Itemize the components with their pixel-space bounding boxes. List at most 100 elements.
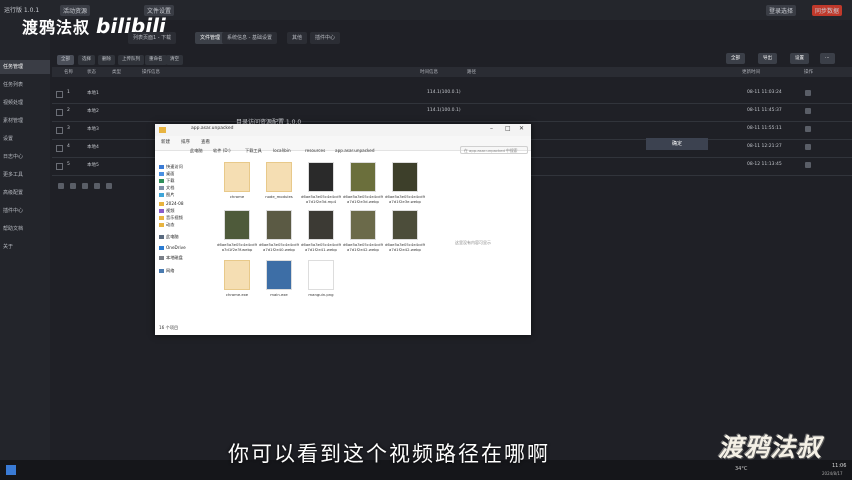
- sidebar-item-0[interactable]: 任务管理: [0, 60, 50, 74]
- row-action-icon[interactable]: [805, 126, 811, 132]
- right-all-button[interactable]: 全部: [726, 53, 745, 64]
- sidebar-item-6[interactable]: 更多工具: [0, 168, 50, 182]
- th-info: 操作信息: [142, 70, 160, 75]
- sync-button[interactable]: 同步数据: [812, 5, 843, 16]
- breadcrumb-2[interactable]: 下载工具: [245, 148, 262, 154]
- toolbar-clear[interactable]: 清空: [166, 55, 183, 65]
- nav-documents[interactable]: 文档: [159, 185, 174, 191]
- file-item[interactable]: d6ae5a3e05c4e4cd9a7d1f2e3d.mp4: [301, 162, 341, 204]
- row-action-icon[interactable]: [805, 90, 811, 96]
- nav-this-pc[interactable]: 此电脑: [159, 234, 179, 240]
- nav-music[interactable]: 音乐视频: [159, 215, 183, 221]
- tab-3[interactable]: 其他: [287, 32, 308, 44]
- table-row[interactable]: 2 本地2 114.1(100.0.1) 08-11 11:45:37: [52, 103, 852, 122]
- sidebar-item-3[interactable]: 素材管理: [0, 114, 50, 128]
- toolbar-all[interactable]: 全部: [57, 55, 74, 65]
- file-item[interactable]: chrome.exe: [217, 260, 257, 297]
- row-action-icon[interactable]: [805, 108, 811, 114]
- breadcrumb-0[interactable]: 此电脑: [190, 148, 203, 154]
- row-action-icon[interactable]: [805, 162, 811, 168]
- nav-quick-access[interactable]: 快速访问: [159, 164, 183, 170]
- row-action-icon[interactable]: [805, 144, 811, 150]
- tab-4[interactable]: 插件中心: [310, 32, 341, 44]
- nav-videos[interactable]: 视频: [159, 208, 174, 214]
- first-page-icon[interactable]: [58, 183, 64, 189]
- login-button[interactable]: 登录选择: [766, 5, 797, 16]
- breadcrumb-5[interactable]: app.asar.unpacked: [335, 148, 375, 153]
- settings-button[interactable]: 设置: [790, 53, 809, 64]
- last-page-icon[interactable]: [106, 183, 112, 189]
- tab-2[interactable]: 系统信息 - 基础设置: [222, 32, 277, 44]
- nav-onedrive[interactable]: OneDrive: [159, 245, 186, 250]
- toolbar-select[interactable]: 选择: [78, 55, 95, 65]
- status-bar: 16 个项目: [159, 325, 179, 330]
- breadcrumb-3[interactable]: local\bin: [273, 148, 291, 153]
- sidebar: 任务管理 任务列表 视频处理 素材管理 设置 日志中心 更多工具 高级配置 插件…: [0, 20, 50, 460]
- file-item[interactable]: d6ae5a3e05c4e4cd9a7d1f2e3e.webp: [385, 162, 425, 204]
- prev-page-icon[interactable]: [70, 183, 76, 189]
- th-actions: 操作: [804, 70, 813, 75]
- row-size: 114.1(100.0.1): [427, 108, 461, 113]
- sidebar-item-9[interactable]: 帮助文档: [0, 222, 50, 236]
- sidebar-item-4[interactable]: 设置: [0, 132, 50, 146]
- desktop-icon: [159, 172, 164, 176]
- breadcrumb-1[interactable]: 软件 (D:): [213, 148, 231, 154]
- close-icon[interactable]: ✕: [519, 125, 524, 132]
- minimize-icon[interactable]: –: [490, 125, 493, 132]
- toolbar-delete[interactable]: 删除: [98, 55, 115, 65]
- nav-folder-2024[interactable]: 2024-08: [159, 201, 184, 206]
- folder-icon: [159, 223, 164, 227]
- next-page-icon[interactable]: [94, 183, 100, 189]
- file-item[interactable]: d6ae5a3e05c4e4cd9a7d1f2e41.webp: [301, 210, 341, 252]
- tab-0[interactable]: 列表页面1 - 下载: [128, 32, 177, 44]
- ribbon-sort[interactable]: 排序: [181, 139, 190, 145]
- dialog-confirm-button[interactable]: 确定: [646, 138, 708, 150]
- sidebar-item-7[interactable]: 高级配置: [0, 186, 50, 200]
- row-checkbox[interactable]: [56, 127, 63, 134]
- row-name: 本地2: [87, 109, 99, 114]
- page-icon[interactable]: [82, 183, 88, 189]
- sidebar-item-5[interactable]: 日志中心: [0, 150, 50, 164]
- ribbon-view[interactable]: 查看: [201, 139, 210, 145]
- tab-1[interactable]: 文件管理: [195, 32, 226, 44]
- sidebar-item-2[interactable]: 视频处理: [0, 96, 50, 110]
- nav-local-disk[interactable]: 本地磁盘: [159, 255, 183, 261]
- nav-desktop[interactable]: 桌面: [159, 171, 174, 177]
- file-item[interactable]: manguin.png: [301, 260, 341, 297]
- nav-downloads[interactable]: 下载: [159, 178, 174, 184]
- file-item[interactable]: d6ae5a3e05c4e4cd9a7d1f2e42.webp: [385, 210, 425, 252]
- folder-icon: [266, 162, 292, 192]
- sidebar-item-8[interactable]: 插件中心: [0, 204, 50, 218]
- folder-icon: [224, 162, 250, 192]
- row-checkbox[interactable]: [56, 91, 63, 98]
- sidebar-item-10[interactable]: 关于: [0, 240, 50, 254]
- breadcrumb-4[interactable]: resources: [305, 148, 325, 153]
- file-item[interactable]: node_modules: [259, 162, 299, 199]
- sidebar-item-1[interactable]: 任务列表: [0, 78, 50, 92]
- row-id: 1: [67, 90, 70, 95]
- toolbar-upload[interactable]: 上传队列: [118, 55, 144, 65]
- more-button[interactable]: ⋯: [820, 53, 835, 64]
- nav-dynamic[interactable]: 动态: [159, 222, 174, 228]
- th-type: 类型: [112, 70, 121, 75]
- maximize-icon[interactable]: □: [505, 125, 511, 132]
- file-item[interactable]: main.exe: [259, 260, 299, 297]
- file-item[interactable]: d6ae5a3e05c4e4cd9a7d1f2e42.webp: [343, 210, 383, 252]
- file-item[interactable]: d6ae5a3e05c4e4cd9a7d1f2e40.webp: [259, 210, 299, 252]
- row-checkbox[interactable]: [56, 163, 63, 170]
- file-item[interactable]: chrome: [217, 162, 257, 199]
- explorer-search-input[interactable]: 在 app.asar.unpacked 中搜索: [460, 146, 528, 154]
- row-checkbox[interactable]: [56, 145, 63, 152]
- nav-network[interactable]: 网络: [159, 268, 174, 274]
- toolbar-rename[interactable]: 重命名: [145, 55, 167, 65]
- exe-icon: [266, 260, 292, 290]
- export-button[interactable]: 导出: [758, 53, 777, 64]
- row-checkbox[interactable]: [56, 109, 63, 116]
- table-row[interactable]: 1 本地1 114.1(100.0.1) 08-11 11:03:24: [52, 85, 852, 104]
- row-time: 08-11 11:55:11: [747, 126, 782, 131]
- nav-pictures[interactable]: 图片: [159, 192, 174, 198]
- ribbon-new[interactable]: 新建: [161, 139, 170, 145]
- file-item[interactable]: d6ae5a3e05c4e4cd9a7d1f2e3d.webp: [343, 162, 383, 204]
- file-item[interactable]: d6ae5a3e05c4e4cd9a7d1f2e3f.webp: [217, 210, 257, 252]
- windows-start-icon[interactable]: [6, 465, 16, 475]
